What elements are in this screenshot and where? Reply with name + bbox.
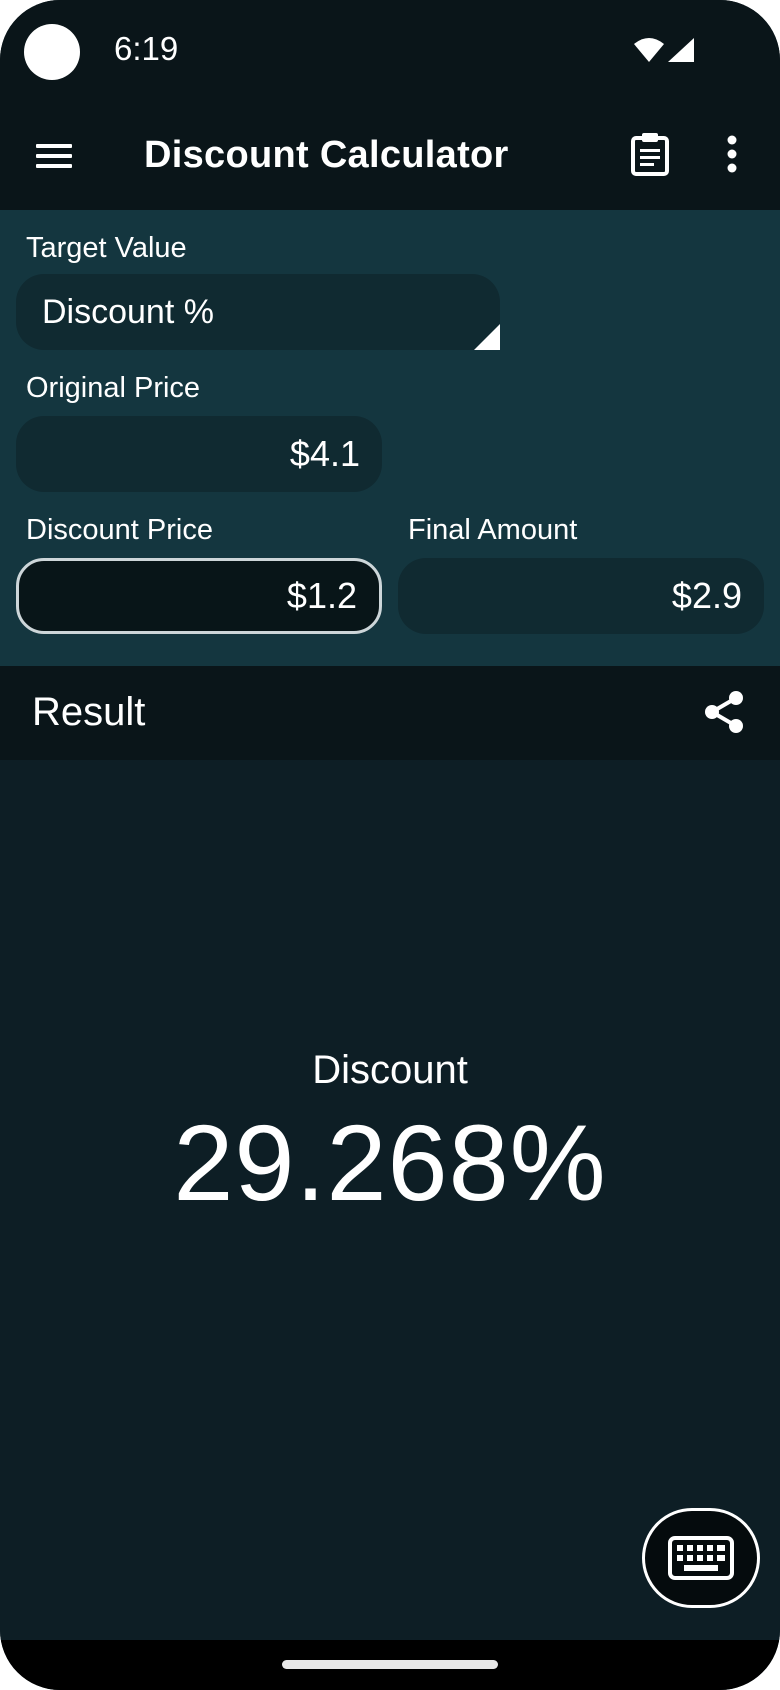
phone-screen: 6:19 Discount Calculator Target Value Di… xyxy=(0,0,780,1690)
keyboard-icon xyxy=(668,1536,734,1580)
status-icons xyxy=(634,38,694,62)
result-title: Result xyxy=(32,690,146,734)
clipboard-button[interactable] xyxy=(630,132,674,180)
result-label: Discount xyxy=(312,1048,468,1092)
final-amount-value: $2.9 xyxy=(671,575,742,616)
target-value-selected: Discount % xyxy=(42,292,214,331)
original-price-input[interactable]: $4.1 xyxy=(16,416,382,492)
hamburger-menu-icon xyxy=(36,144,72,168)
final-amount-label: Final Amount xyxy=(408,514,578,546)
more-options-button[interactable] xyxy=(726,134,746,178)
app-title: Discount Calculator xyxy=(144,134,509,176)
dropdown-indicator-icon xyxy=(474,324,500,350)
result-area: Discount 29.268% xyxy=(0,760,780,1640)
discount-price-input[interactable]: $1.2 xyxy=(16,558,382,634)
menu-button[interactable] xyxy=(34,136,78,176)
result-header: Result xyxy=(0,666,780,760)
discount-price-value: $1.2 xyxy=(286,575,357,616)
original-price-label: Original Price xyxy=(26,372,201,404)
status-bar: 6:19 xyxy=(0,0,780,104)
camera-cutout xyxy=(24,24,80,80)
input-panel: Target Value Discount % Original Price $… xyxy=(0,210,780,666)
original-price-value: $4.1 xyxy=(289,433,360,474)
target-value-label: Target Value xyxy=(26,232,187,264)
share-button[interactable] xyxy=(704,690,748,736)
target-value-dropdown[interactable]: Discount % xyxy=(16,274,500,350)
result-value: 29.268% xyxy=(173,1102,607,1223)
status-time: 6:19 xyxy=(114,30,179,67)
clipboard-icon xyxy=(631,133,669,176)
home-gesture-handle[interactable] xyxy=(282,1660,498,1669)
app-bar: Discount Calculator xyxy=(0,104,780,210)
share-icon xyxy=(705,691,743,733)
wifi-icon xyxy=(634,38,664,62)
signal-icon xyxy=(668,38,694,62)
more-vert-icon xyxy=(727,135,737,173)
final-amount-input[interactable]: $2.9 xyxy=(398,558,764,634)
discount-price-label: Discount Price xyxy=(26,514,213,546)
navigation-bar xyxy=(0,1640,780,1690)
keyboard-toggle-button[interactable] xyxy=(642,1508,760,1608)
